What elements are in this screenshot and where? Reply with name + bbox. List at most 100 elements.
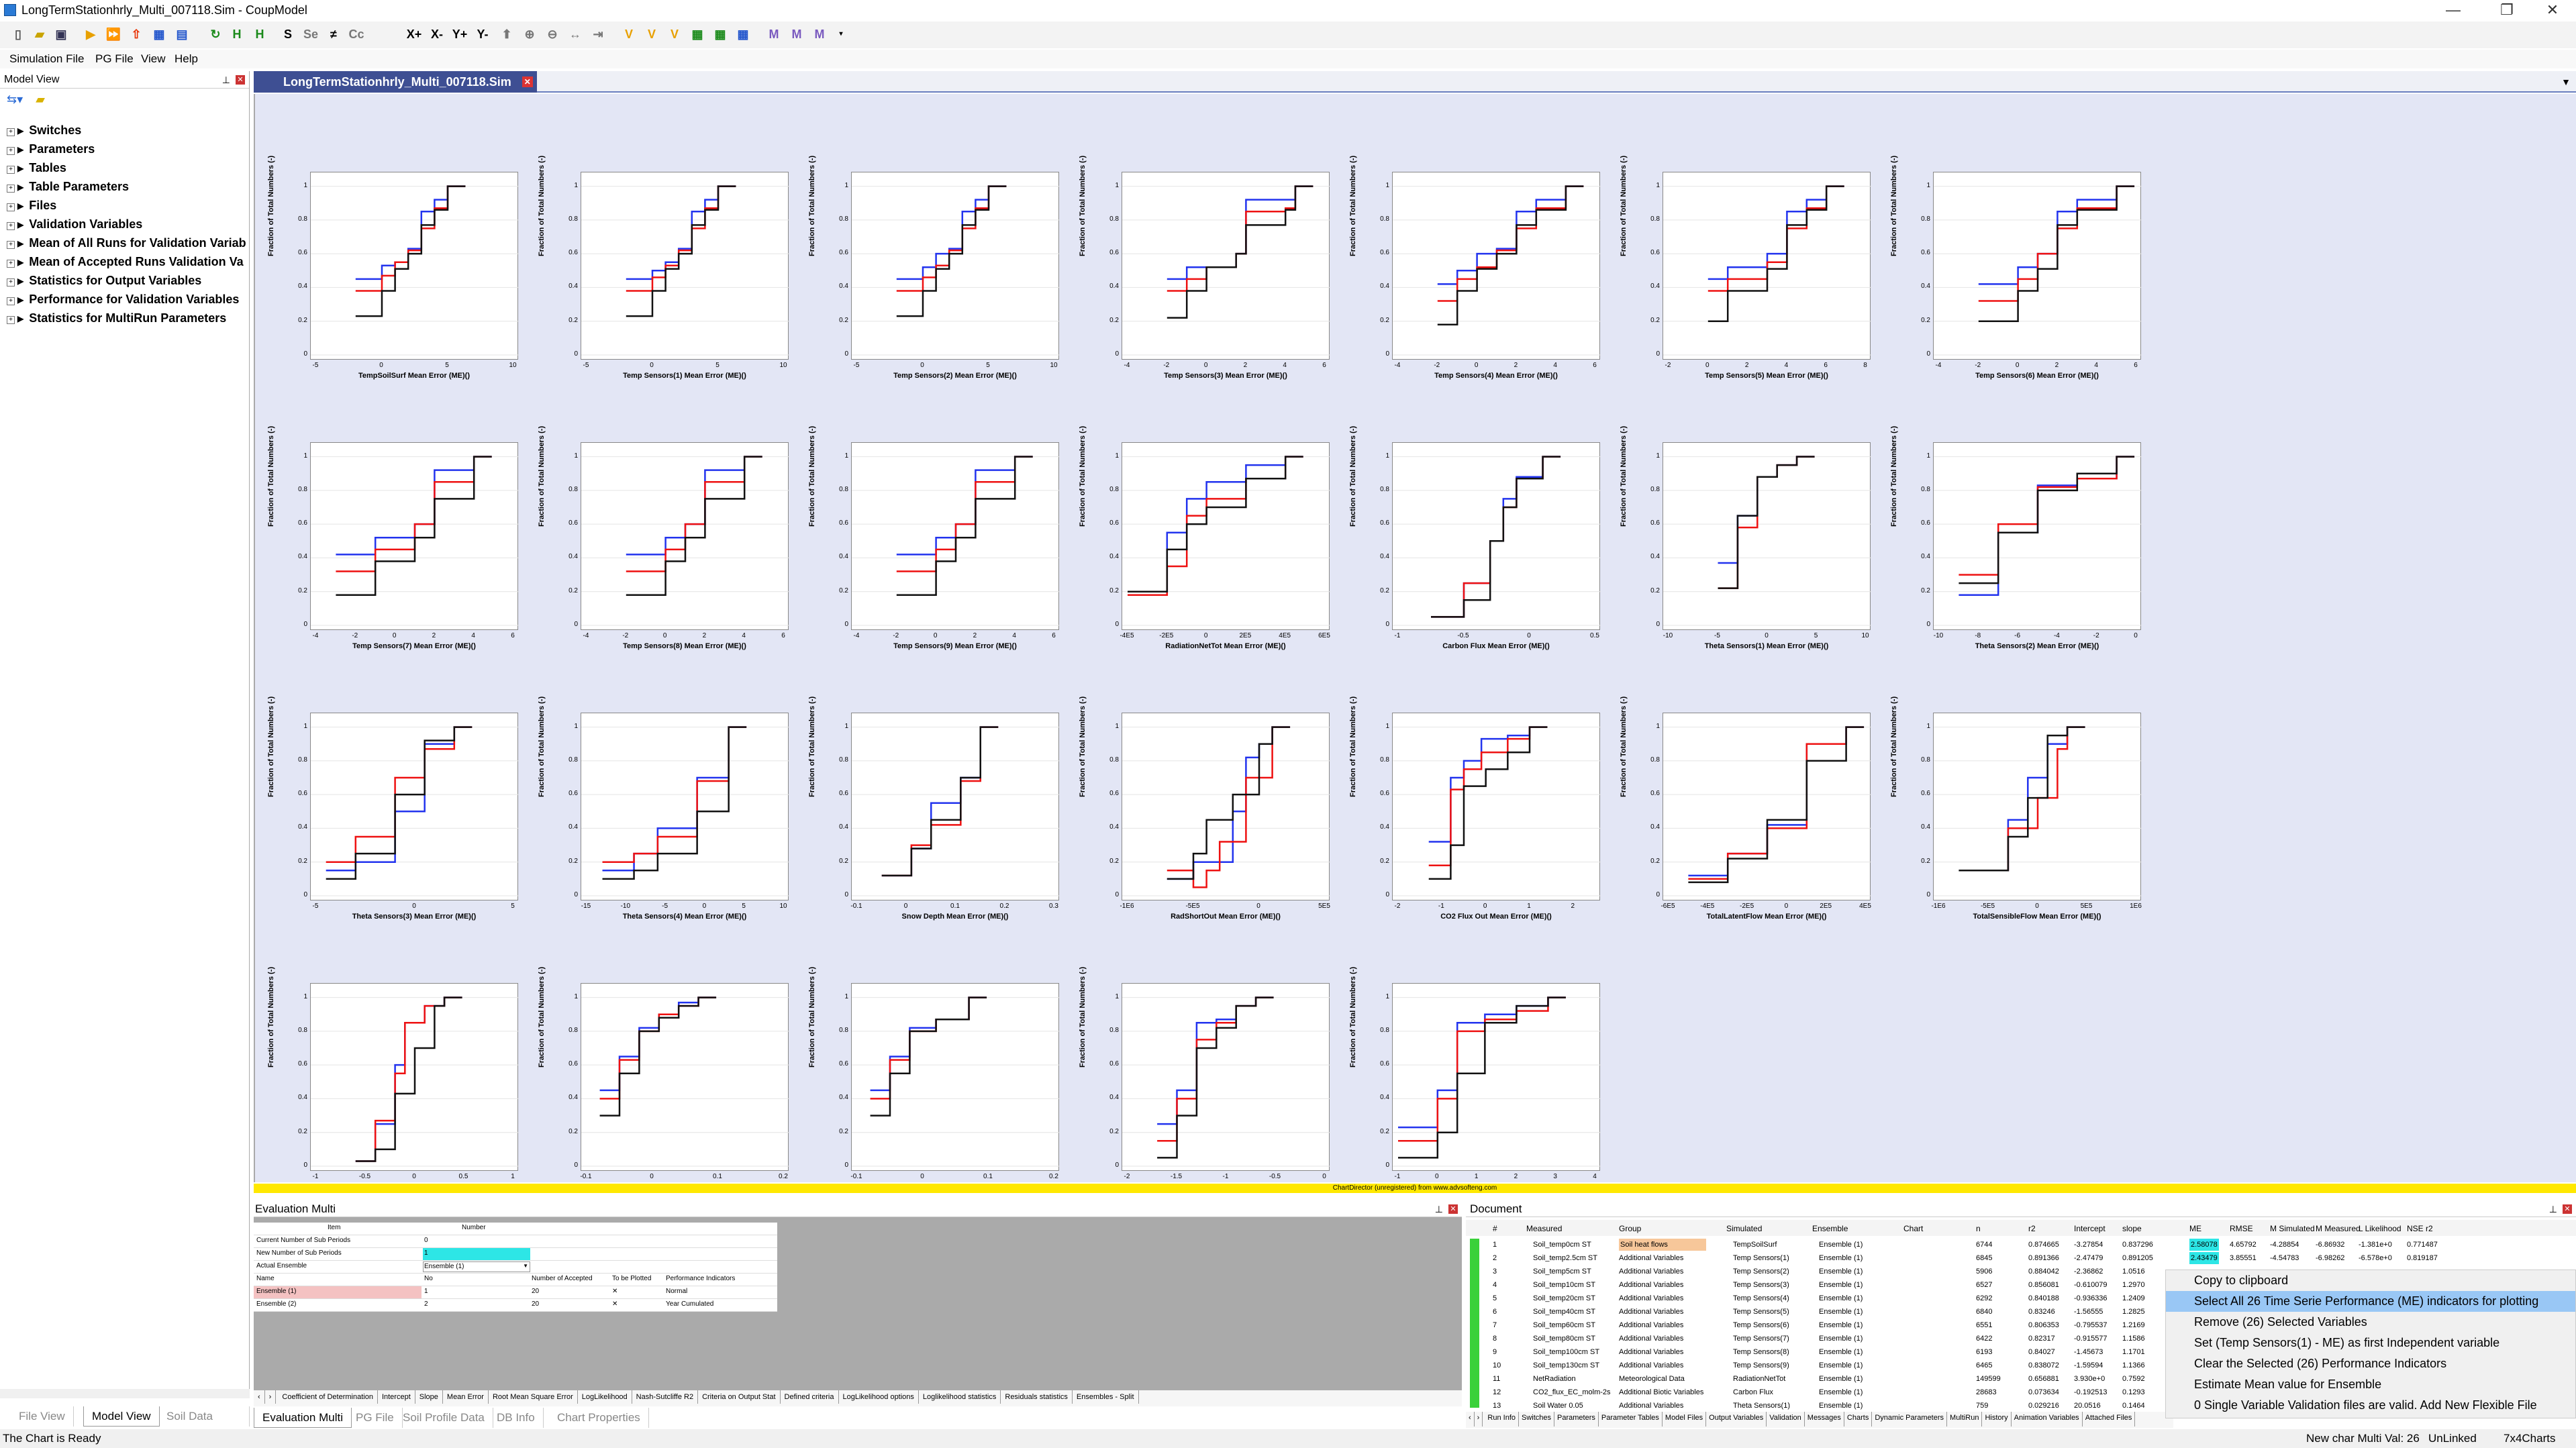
tab-evaluation-multi[interactable]: Evaluation Multi <box>254 1408 352 1428</box>
expand-icon[interactable]: + <box>7 297 15 305</box>
sheet-tab[interactable]: Mean Error <box>443 1390 489 1404</box>
column-header[interactable]: M Simulated <box>2270 1224 2315 1233</box>
s-icon[interactable]: S <box>279 25 297 43</box>
document-row[interactable]: 2 Soil_temp2.5cm ST Additional Variables Te… <box>1466 1252 2576 1265</box>
var3-icon[interactable]: V <box>666 25 683 43</box>
tree-parameters[interactable]: + ▶ Parameters <box>7 140 249 158</box>
ecdf-chart[interactable]: Fraction of Total Numbers (-) 0 0.2 0.4 0.6 0… <box>538 129 805 380</box>
expand-icon[interactable]: + <box>7 203 15 211</box>
expand-icon[interactable]: + <box>7 147 15 155</box>
scroll-left-icon[interactable]: ‹ <box>254 1390 265 1404</box>
tree-statistics-output[interactable]: + ▶ Statistics for Output Variables <box>7 271 249 290</box>
tab-model-view[interactable]: Model View <box>83 1406 160 1427</box>
tree-statistics-multirun[interactable]: + ▶ Statistics for MultiRun Parameters <box>7 309 249 327</box>
new-file-icon[interactable]: ▯ <box>9 25 27 43</box>
tab-chart-properties[interactable]: Chart Properties <box>549 1408 649 1428</box>
sheet-tab[interactable]: LogLikelihood <box>578 1390 632 1404</box>
ecdf-chart[interactable]: Fraction of Total Numbers (-) 0 0.2 0.4 0.6 0… <box>808 940 1075 1191</box>
scroll-left-icon[interactable]: ‹ <box>1466 1412 1475 1427</box>
column-header[interactable]: Ensemble <box>1812 1224 1848 1233</box>
menu-select-all-performance[interactable]: Select All 26 Time Serie Performance (ME… <box>2166 1291 2575 1312</box>
minimize-button[interactable]: — <box>2430 0 2477 20</box>
left-horizontal-scrollbar[interactable] <box>0 1389 250 1398</box>
pg-icon[interactable]: ▤ <box>173 25 191 43</box>
expand-icon[interactable]: + <box>7 260 15 268</box>
y-plus-icon[interactable]: Y+ <box>451 25 468 43</box>
sheet-tab[interactable]: Defined criteria <box>781 1390 839 1404</box>
tab-db-info[interactable]: DB Info <box>489 1408 544 1428</box>
sheet-tab[interactable]: Parameter Tables <box>1599 1412 1663 1427</box>
scroll-right-icon[interactable]: › <box>1475 1412 1483 1427</box>
expand-icon[interactable]: + <box>7 222 15 230</box>
panel-close-icon[interactable]: ✕ <box>1448 1204 1458 1214</box>
expand-icon[interactable]: + <box>7 128 15 136</box>
ecdf-chart[interactable]: Fraction of Total Numbers (-) 0 0.2 0.4 0.6 0… <box>1079 670 1346 921</box>
column-header[interactable]: M Measured <box>2316 1224 2361 1233</box>
expand-icon[interactable]: + <box>7 278 15 287</box>
ecdf-chart[interactable]: Fraction of Total Numbers (-) 0 0.2 0.4 0.6 0… <box>538 399 805 650</box>
sheet-tab[interactable]: Charts <box>1844 1412 1873 1427</box>
sheet-tab[interactable]: Validation <box>1767 1412 1805 1427</box>
panel-close-icon[interactable]: ✕ <box>236 75 245 85</box>
close-button[interactable]: ✕ <box>2529 0 2576 20</box>
reload-icon[interactable]: ↻ <box>207 25 224 43</box>
expand-icon[interactable]: + <box>7 185 15 193</box>
tree-files[interactable]: + ▶ Files <box>7 196 249 215</box>
menu-simulation-file[interactable]: Simulation File <box>9 50 85 68</box>
tab-file-view[interactable]: File View <box>11 1406 74 1427</box>
column-header[interactable]: r2 <box>2028 1224 2036 1233</box>
sheet-tab[interactable]: Parameters <box>1554 1412 1599 1427</box>
menu-help[interactable]: Help <box>175 50 198 68</box>
scroll-right-icon[interactable]: › <box>265 1390 277 1404</box>
zoom-out-icon[interactable]: ⊖ <box>544 25 561 43</box>
upload-icon[interactable]: ⇧ <box>128 25 145 43</box>
menu-view[interactable]: View <box>141 50 166 68</box>
menu-clear-selected[interactable]: Clear the Selected (26) Performance Indi… <box>2166 1353 2575 1374</box>
ensemble-row[interactable]: Ensemble (1) 1 20 ✕ Normal <box>254 1286 777 1299</box>
sheet-tab[interactable]: Nash-Sutcliffe R2 <box>632 1390 699 1404</box>
sheet-tab[interactable]: Run Info <box>1485 1412 1519 1427</box>
expand-icon[interactable]: + <box>7 241 15 249</box>
tree-mean-all-runs[interactable]: + ▶ Mean of All Runs for Validation Variab <box>7 234 249 252</box>
ecdf-chart[interactable]: Fraction of Total Numbers (-) 0 0.2 0.4 0.6 0… <box>1349 399 1616 650</box>
menu-remove-selected[interactable]: Remove (26) Selected Variables <box>2166 1312 2575 1333</box>
column-header[interactable]: Simulated <box>1726 1224 1762 1233</box>
ecdf-chart[interactable]: Fraction of Total Numbers (-) 0 0.2 0.4 0.6 0… <box>1349 670 1616 921</box>
sheet-tab[interactable]: Ensembles - Split <box>1073 1390 1139 1404</box>
column-header[interactable]: n <box>1976 1224 1981 1233</box>
arrow-up-icon[interactable]: ⬆ <box>498 25 515 43</box>
sheet-tab[interactable]: Residuals statistics <box>1001 1390 1073 1404</box>
fit-icon[interactable]: ↔ <box>566 25 584 43</box>
sheet-tab[interactable]: Slope <box>415 1390 443 1404</box>
tree-table-parameters[interactable]: + ▶ Table Parameters <box>7 177 249 196</box>
ecdf-chart[interactable]: Fraction of Total Numbers (-) 0 0.2 0.4 0.6 0… <box>1890 129 2157 380</box>
column-header[interactable]: Measured <box>1526 1224 1562 1233</box>
close-tab-icon[interactable]: ✕ <box>522 76 533 87</box>
tree-performance-validation[interactable]: + ▶ Performance for Validation Variables <box>7 290 249 309</box>
menu-pg-file[interactable]: PG File <box>95 50 134 68</box>
column-header[interactable]: ME <box>2189 1224 2201 1233</box>
ecdf-chart[interactable]: Fraction of Total Numbers (-) 0 0.2 0.4 0.6 0… <box>808 129 1075 380</box>
save-icon[interactable]: ▣ <box>52 25 70 43</box>
ecdf-chart[interactable]: Fraction of Total Numbers (-) 0 0.2 0.4 0.6 0… <box>1079 129 1346 380</box>
plotted-checkbox[interactable]: ✕ <box>612 1300 617 1308</box>
ecdf-chart[interactable]: Fraction of Total Numbers (-) 0 0.2 0.4 0.6 0… <box>1890 399 2157 650</box>
var2-icon[interactable]: V <box>643 25 660 43</box>
chart-icon[interactable]: ▦ <box>150 25 168 43</box>
x-plus-icon[interactable]: X+ <box>405 25 423 43</box>
column-header[interactable]: Intercept <box>2074 1224 2106 1233</box>
menu-set-independent[interactable]: Set (Temp Sensors(1) - ME) as first Inde… <box>2166 1333 2575 1353</box>
var1-icon[interactable]: V <box>620 25 638 43</box>
expand-icon[interactable]: + <box>7 316 15 324</box>
sheet-tab[interactable]: Animation Variables <box>2012 1412 2083 1427</box>
sheet-tab[interactable]: Criteria on Output Stat <box>698 1390 781 1404</box>
sheet-tab[interactable]: Output Variables <box>1706 1412 1767 1427</box>
column-header[interactable]: RMSE <box>2230 1224 2253 1233</box>
x-minus-icon[interactable]: X- <box>428 25 446 43</box>
document-tab[interactable]: LongTermStationhrly_Multi_007118.Sim ✕ <box>254 71 537 93</box>
ecdf-chart[interactable]: Fraction of Total Numbers (-) 0 0.2 0.4 0.6 0… <box>1079 399 1346 650</box>
open-folder-icon[interactable]: ▰ <box>31 25 48 43</box>
sub-periods-input[interactable]: 1 <box>423 1248 530 1260</box>
run-multi-icon[interactable]: ⏩ <box>105 25 122 43</box>
ecdf-chart[interactable]: Fraction of Total Numbers (-) 0 0.2 0.4 0.6 0… <box>1620 399 1887 650</box>
